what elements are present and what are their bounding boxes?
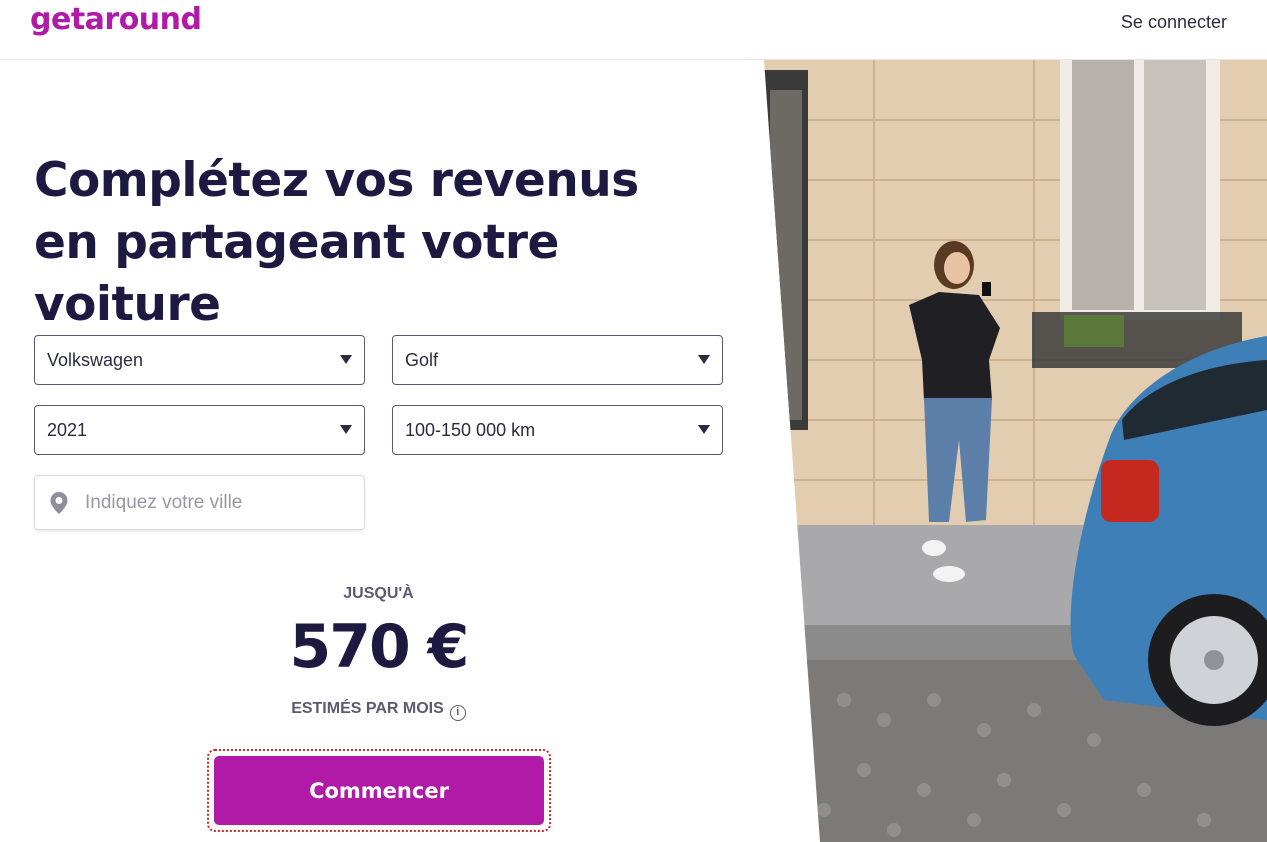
start-button[interactable]: Commencer: [214, 756, 544, 825]
getaround-logo[interactable]: getaround: [30, 2, 202, 37]
caret-down-icon: [698, 425, 710, 434]
per-month-row: ESTIMÉS PAR MOIS i: [0, 700, 757, 721]
location-pin-icon: [50, 491, 68, 514]
caret-down-icon: [340, 355, 352, 364]
info-icon[interactable]: i: [449, 705, 466, 721]
hero-photo: [764, 60, 1267, 842]
per-month-label: ESTIMÉS PAR MOIS: [291, 700, 444, 717]
caret-down-icon: [698, 355, 710, 364]
city-input[interactable]: [85, 491, 345, 514]
car-model-select[interactable]: Golf: [392, 335, 723, 385]
caret-down-icon: [340, 425, 352, 434]
upto-label: JUSQU'À: [343, 585, 414, 602]
top-header: getaround Se connecter: [0, 0, 1267, 60]
car-year-select[interactable]: 2021: [34, 405, 365, 455]
car-make-select[interactable]: Volkswagen: [34, 335, 365, 385]
mileage-select[interactable]: 100-150 000 km: [392, 405, 723, 455]
city-field[interactable]: [34, 475, 365, 530]
car-make-value: Volkswagen: [47, 349, 144, 370]
car-year-value: 2021: [47, 419, 88, 440]
estimated-amount: 570 €: [289, 612, 470, 682]
mileage-value: 100-150 000 km: [405, 419, 536, 440]
car-model-value: Golf: [405, 349, 439, 370]
cta-focus-ring: Commencer: [207, 749, 551, 832]
login-link[interactable]: Se connecter: [1121, 12, 1227, 33]
page-title: Complétez vos revenus en partageant votr…: [34, 153, 639, 332]
